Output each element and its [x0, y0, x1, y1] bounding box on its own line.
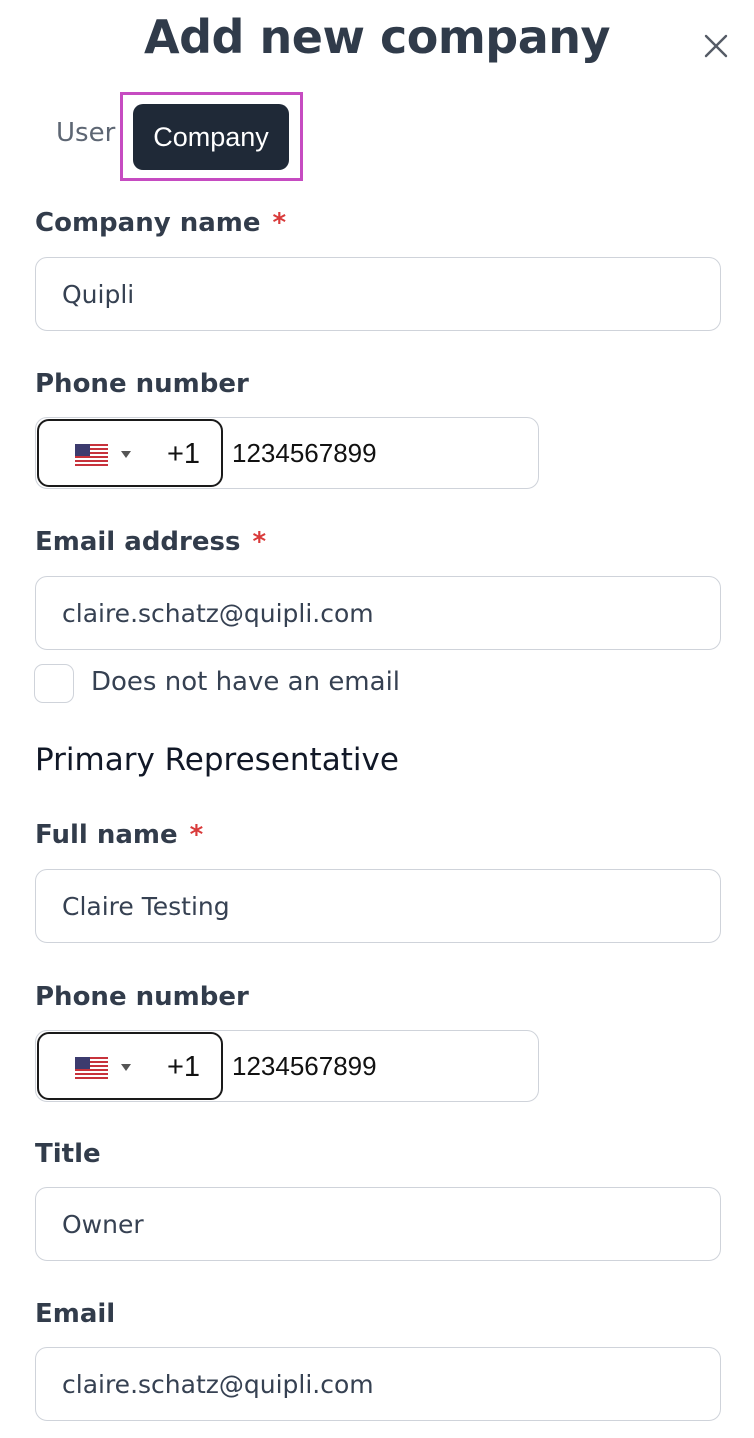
rep-phone-field: +1 [35, 1030, 539, 1102]
company-phone-input[interactable] [232, 419, 532, 487]
close-button[interactable] [700, 30, 732, 62]
tab-user[interactable]: User [56, 118, 115, 148]
no-email-checkbox[interactable] [34, 664, 74, 703]
company-name-label: Company name * [35, 208, 286, 238]
company-phone-label: Phone number [35, 369, 249, 399]
required-marker: * [252, 527, 267, 557]
title-label: Title [35, 1139, 101, 1169]
us-flag-icon [75, 1057, 108, 1079]
country-code-select[interactable]: +1 [37, 1032, 223, 1100]
chevron-down-icon [121, 1064, 131, 1071]
add-company-panel: Add new company User Company Company nam… [0, 0, 754, 1438]
no-email-checkbox-label[interactable]: Does not have an email [91, 667, 400, 697]
required-marker: * [272, 208, 287, 238]
company-email-input[interactable] [35, 576, 721, 650]
dial-code: +1 [167, 438, 201, 470]
rep-email-label: Email [35, 1299, 116, 1329]
rep-email-input[interactable] [35, 1347, 721, 1421]
country-code-select[interactable]: +1 [37, 419, 223, 487]
section-heading-primary-representative: Primary Representative [35, 742, 399, 778]
company-name-input[interactable] [35, 257, 721, 331]
page-title: Add new company [144, 10, 610, 64]
rep-phone-label: Phone number [35, 982, 249, 1012]
full-name-input[interactable] [35, 869, 721, 943]
company-email-label: Email address * [35, 527, 266, 557]
title-input[interactable] [35, 1187, 721, 1261]
required-marker: * [189, 820, 204, 850]
company-email-label-text: Email address [35, 527, 241, 557]
rep-phone-input[interactable] [232, 1032, 532, 1100]
chevron-down-icon [121, 451, 131, 458]
company-name-label-text: Company name [35, 208, 261, 238]
company-phone-field: +1 [35, 417, 539, 489]
dial-code: +1 [167, 1051, 201, 1083]
tab-company[interactable]: Company [133, 104, 289, 170]
close-icon [704, 34, 728, 58]
us-flag-icon [75, 444, 108, 466]
full-name-label-text: Full name [35, 820, 178, 850]
full-name-label: Full name * [35, 820, 203, 850]
